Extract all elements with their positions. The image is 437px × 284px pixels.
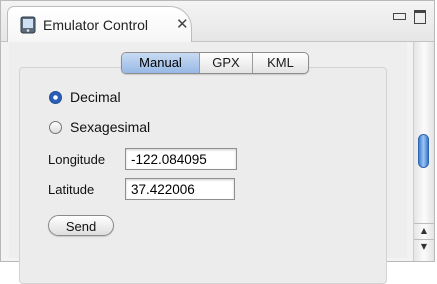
emulator-device-icon [20,16,36,34]
close-icon[interactable]: ✕ [176,15,189,33]
decimal-label: Decimal [70,89,121,105]
scroll-thumb[interactable] [418,134,429,168]
maximize-icon[interactable] [414,10,426,24]
decimal-radio[interactable] [49,90,62,104]
sexagesimal-radio-row[interactable]: Sexagesimal [49,119,150,135]
scroll-down-icon[interactable]: ▼ [414,239,434,254]
send-button[interactable]: Send [48,215,114,236]
sexagesimal-radio[interactable] [49,120,62,134]
vertical-scrollbar[interactable]: ▲ ▼ [413,42,434,261]
tab-kml[interactable]: KML [253,53,308,73]
sexagesimal-label: Sexagesimal [70,119,151,135]
latitude-label: Latitude [48,182,95,197]
view-tab-strip: Emulator Control ✕ [1,1,434,42]
view-title: Emulator Control [43,17,149,33]
emulator-control-view: Emulator Control ✕ Manual GPX KML Decima… [0,0,435,284]
longitude-label: Longitude [48,152,106,167]
minimize-icon[interactable] [393,13,406,20]
tab-gpx[interactable]: GPX [200,53,253,73]
location-source-tabs: Manual GPX KML [121,52,309,74]
scroll-up-icon[interactable]: ▲ [414,223,434,238]
latitude-field[interactable]: 37.422006 [125,178,235,200]
longitude-field[interactable]: -122.084095 [125,148,237,170]
emulator-control-tab[interactable]: Emulator Control ✕ [7,6,192,42]
tab-manual[interactable]: Manual [122,53,200,73]
decimal-radio-row[interactable]: Decimal [49,89,121,105]
